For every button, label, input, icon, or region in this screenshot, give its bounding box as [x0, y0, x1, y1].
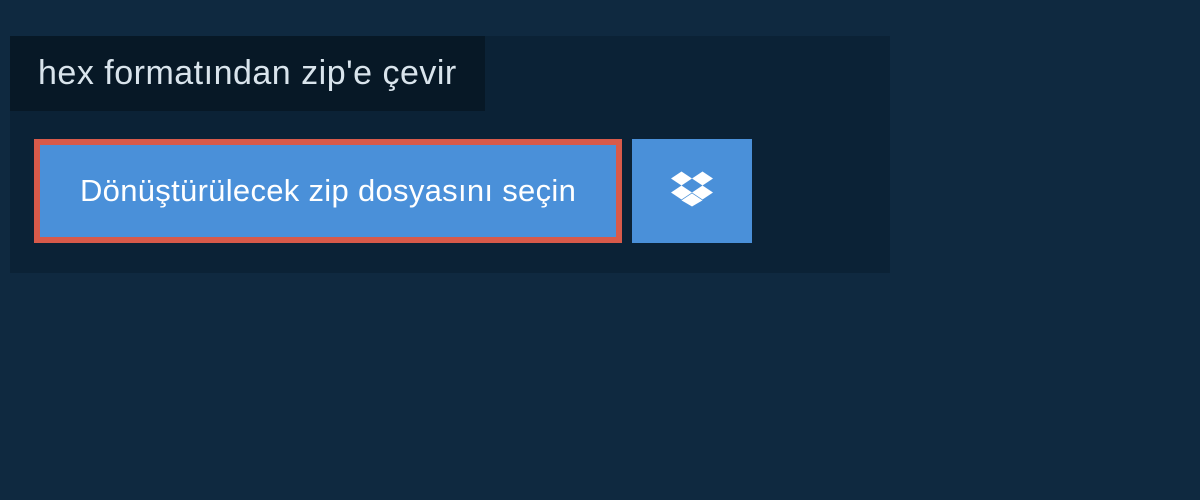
- button-row: Dönüştürülecek zip dosyasını seçin: [10, 111, 890, 273]
- converter-panel: hex formatından zip'e çevir Dönüştürülec…: [10, 36, 890, 273]
- select-file-label: Dönüştürülecek zip dosyasını seçin: [80, 173, 576, 208]
- dropbox-icon: [671, 168, 713, 215]
- tab-title: hex formatından zip'e çevir: [10, 36, 485, 111]
- select-file-button[interactable]: Dönüştürülecek zip dosyasını seçin: [34, 139, 622, 243]
- dropbox-button[interactable]: [632, 139, 752, 243]
- tab-label: hex formatından zip'e çevir: [38, 54, 457, 92]
